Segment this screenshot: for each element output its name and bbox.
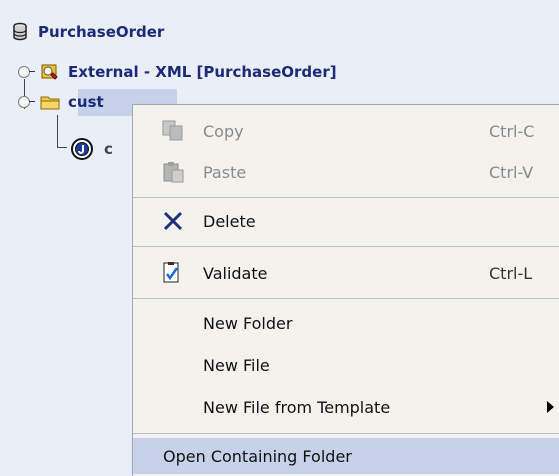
menu-item-validate-shortcut: Ctrl-L	[489, 263, 533, 283]
tree-node-external[interactable]: External - XML [PurchaseOrder]	[18, 59, 337, 85]
menu-item-new-folder-label: New Folder	[203, 313, 293, 333]
menu-item-new-file-from-template-label: New File from Template	[203, 397, 391, 417]
menu-item-delete[interactable]: Delete	[133, 203, 559, 239]
menu-item-paste-label: Paste	[203, 162, 247, 182]
folder-icon	[40, 92, 60, 112]
expand-toggle-icon[interactable]	[18, 96, 35, 108]
menu-item-paste-shortcut: Ctrl-V	[489, 162, 534, 182]
tree-node-folder[interactable]: cust	[18, 89, 104, 115]
menu-separator	[133, 298, 559, 299]
menu-item-new-folder[interactable]: New Folder	[133, 305, 559, 341]
menu-item-copy-shortcut: Ctrl-C	[489, 121, 535, 141]
menu-separator	[133, 433, 559, 434]
submenu-arrow-icon	[547, 401, 554, 413]
menu-item-paste[interactable]: Paste Ctrl-V	[133, 154, 559, 190]
tree-node-child-label: c	[104, 140, 113, 158]
delete-x-icon	[161, 209, 185, 233]
menu-item-new-file-label: New File	[203, 355, 270, 375]
paste-icon	[161, 160, 185, 184]
tree-node-root-label: PurchaseOrder	[38, 23, 165, 41]
menu-item-validate[interactable]: Validate Ctrl-L	[133, 255, 559, 291]
component-icon	[70, 137, 94, 161]
menu-item-copy[interactable]: Copy Ctrl-C	[133, 113, 559, 149]
expand-toggle-icon[interactable]	[18, 66, 35, 78]
tree-node-child[interactable]: c	[70, 136, 113, 162]
context-menu: Copy Ctrl-C Paste Ctrl-V Delete Validate…	[132, 104, 559, 476]
copy-icon	[161, 119, 185, 143]
menu-item-copy-label: Copy	[203, 121, 244, 141]
menu-item-new-file-from-template[interactable]: New File from Template	[133, 389, 559, 425]
menu-item-validate-label: Validate	[203, 263, 268, 283]
tree-node-external-label: External - XML [PurchaseOrder]	[68, 63, 337, 81]
menu-separator	[133, 197, 559, 198]
menu-separator	[133, 246, 559, 247]
tree-connector	[57, 115, 58, 147]
database-icon	[10, 22, 30, 42]
tree-connector	[57, 147, 67, 148]
validate-icon	[161, 261, 185, 285]
menu-item-open-containing-folder-label: Open Containing Folder	[163, 446, 352, 466]
tree-node-folder-label: cust	[68, 93, 104, 111]
menu-item-open-containing-folder[interactable]: Open Containing Folder	[133, 438, 559, 474]
menu-item-new-file[interactable]: New File	[133, 347, 559, 383]
tree-node-root[interactable]: PurchaseOrder	[10, 19, 164, 45]
xml-schema-icon	[40, 62, 60, 82]
menu-item-delete-label: Delete	[203, 211, 256, 231]
